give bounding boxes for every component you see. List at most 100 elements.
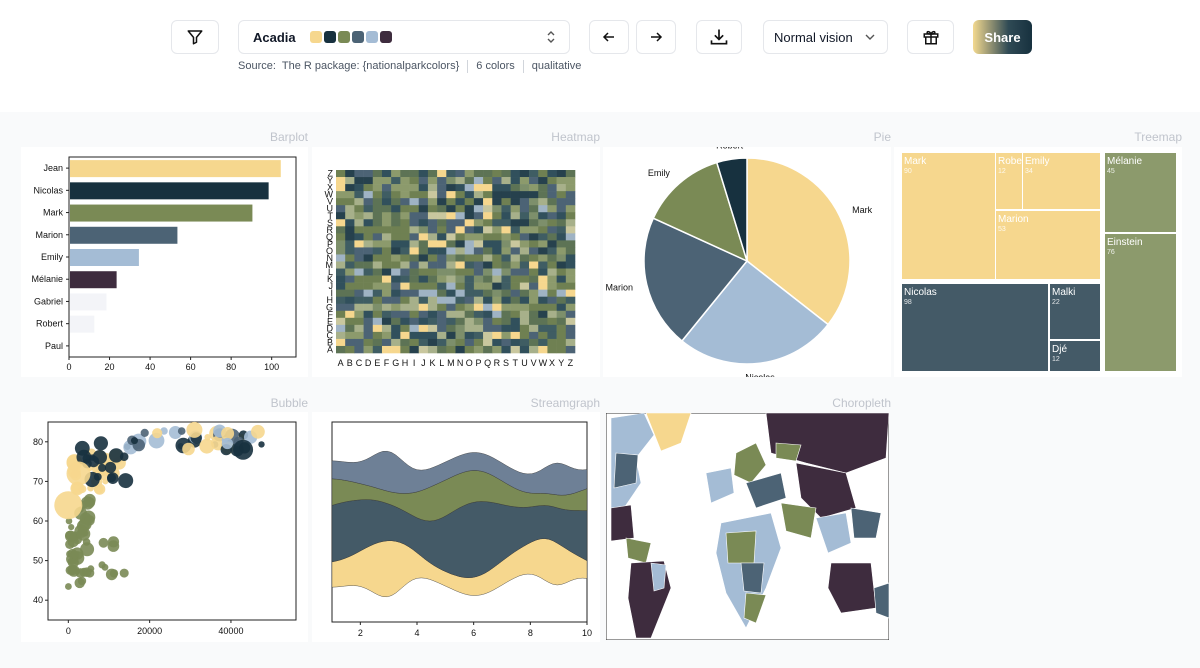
download-button[interactable] (696, 20, 742, 54)
choropleth-map (606, 413, 889, 640)
heatmap-cell (409, 289, 420, 297)
heatmap-x-label: W (539, 358, 548, 368)
heatmap-cell (336, 226, 346, 234)
heatmap-cell (372, 268, 383, 276)
heatmap-cell (391, 296, 401, 305)
heatmap-cell (492, 233, 502, 241)
heatmap-cell (427, 184, 438, 192)
heatmap-cell (510, 261, 521, 269)
filter-button[interactable] (171, 20, 219, 54)
bubble-point (131, 437, 138, 445)
heatmap-cell (446, 233, 456, 241)
heatmap-cell (409, 338, 420, 347)
heatmap-cell (391, 282, 401, 290)
heatmap-cell (363, 275, 374, 283)
palette-swatch (309, 31, 322, 43)
heatmap-cell (464, 233, 475, 241)
heatmap-cell (418, 303, 429, 312)
heatmap-cell (556, 303, 567, 312)
heatmap-cell (363, 324, 374, 333)
heatmap-cell (418, 324, 429, 333)
heatmap-cell (529, 289, 539, 297)
treemap-cell (1105, 234, 1176, 371)
heatmap-cell (519, 219, 530, 227)
vision-select[interactable]: Normal vision (763, 20, 888, 54)
gift-icon (923, 30, 938, 45)
next-button[interactable] (636, 20, 676, 54)
heatmap-cell (381, 205, 392, 213)
arrow-left-icon (602, 32, 614, 42)
previous-button[interactable] (589, 20, 629, 54)
map-region (613, 452, 639, 489)
heatmap-cell (501, 177, 511, 185)
y-tick-label: 70 (33, 476, 43, 486)
bubble-point (70, 550, 79, 559)
heatmap-cell (483, 296, 493, 305)
bar-label: Gabriel (34, 296, 63, 306)
heatmap-cell (510, 184, 521, 192)
palette-type: qualitative (531, 60, 582, 72)
heatmap-cell (418, 177, 429, 185)
heatmap-cell (427, 212, 438, 220)
heatmap-cell (446, 261, 456, 269)
heatmap-cell (418, 331, 429, 340)
heatmap-cell (556, 261, 567, 269)
bar (70, 204, 253, 222)
heatmap-cell (464, 261, 475, 269)
pie-label: Marion (606, 283, 634, 293)
heatmap-x-label: O (466, 358, 473, 368)
heatmap-cell (510, 233, 521, 241)
heatmap-cell (473, 170, 484, 178)
bar-label: Marion (35, 230, 63, 240)
heatmap-cell (336, 212, 346, 220)
heatmap-cell (565, 296, 576, 305)
heatmap-cell (363, 296, 374, 305)
heatmap-cell (400, 303, 410, 312)
bubble-point (221, 437, 233, 450)
share-button[interactable]: Share (973, 20, 1032, 54)
heatmap-cell (538, 226, 548, 234)
heatmap-cell (483, 275, 493, 283)
heatmap-cell (547, 170, 557, 178)
heatmap-cell (418, 261, 429, 269)
heatmap-cell (565, 254, 576, 262)
palette-meta: Source: The R package: {nationalparkcolo… (238, 60, 581, 73)
heatmap-cell (391, 177, 401, 185)
heatmap-cell (409, 205, 420, 213)
heatmap-cell (446, 219, 456, 227)
heatmap-cell (437, 247, 447, 255)
heatmap-cell (437, 324, 447, 333)
heatmap-cell (400, 317, 410, 326)
bubble-point (107, 472, 119, 484)
palette-select[interactable]: Acadia (238, 20, 570, 54)
gift-button[interactable] (907, 20, 954, 54)
heatmap-cell (565, 170, 576, 178)
heatmap-cell (391, 331, 401, 340)
heatmap-cell (464, 310, 475, 319)
heatmap-cell (381, 268, 392, 276)
heatmap-cell (372, 226, 383, 234)
heatmap-cell (538, 205, 548, 213)
heatmap-cell (391, 261, 401, 269)
heatmap-cell (345, 275, 355, 283)
heatmap-cell (437, 338, 447, 347)
heatmap-cell (492, 219, 502, 227)
heatmap-cell (400, 289, 410, 297)
bubble-point (84, 497, 96, 508)
heatmap-cell (427, 338, 438, 347)
heatmap-cell (501, 303, 511, 312)
heatmap-cell (556, 296, 567, 305)
heatmap-cell (547, 219, 557, 227)
heatmap-cell (455, 282, 465, 290)
heatmap-cell (427, 275, 438, 283)
heatmap-cell (529, 212, 539, 220)
heatmap-cell (473, 268, 484, 276)
heatmap-cell (427, 254, 438, 262)
heatmap-cell (538, 310, 548, 319)
heatmap-cell (510, 303, 521, 312)
heatmap-cell (400, 275, 410, 283)
heatmap-cell (354, 205, 364, 213)
heatmap-cell (446, 240, 456, 248)
heatmap-cell (400, 310, 410, 319)
heatmap-cell (363, 205, 374, 213)
